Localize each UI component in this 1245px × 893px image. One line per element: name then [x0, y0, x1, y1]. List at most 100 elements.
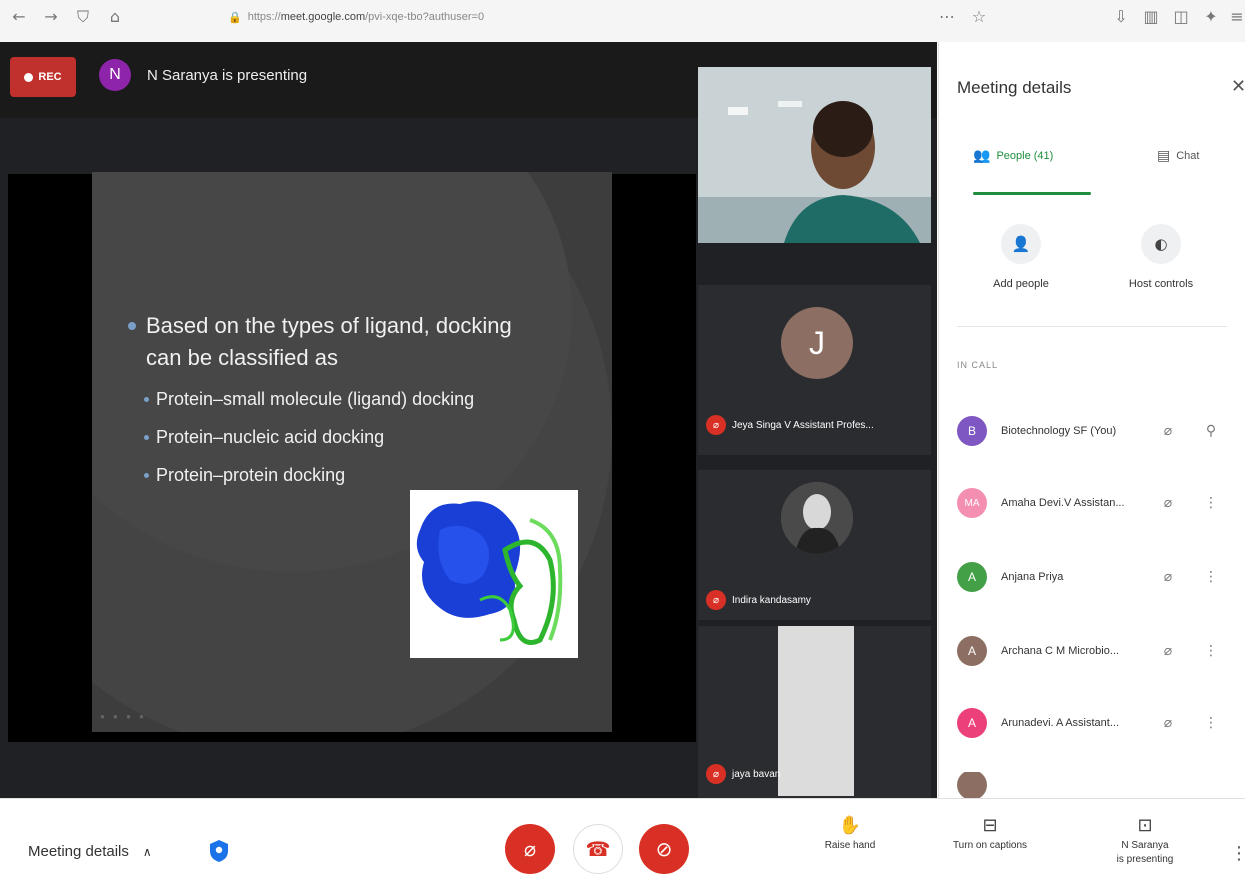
page-actions-icon[interactable]: ⋯ — [938, 8, 956, 26]
avatar: A — [957, 708, 987, 738]
more-options-icon[interactable]: ⋮ — [1201, 715, 1221, 731]
presenter-status: N Saranya is presenting — [147, 67, 308, 84]
slide-sub-point: Protein–protein docking — [128, 456, 548, 494]
security-shield-icon[interactable] — [208, 839, 230, 863]
pin-icon[interactable]: ⚲ — [1201, 423, 1221, 439]
participant-row-name: Biotechnology SF (You) — [1001, 425, 1117, 437]
participant-label: ⌀ Indira kandasamy — [706, 590, 811, 610]
tab-chat-label: Chat — [1176, 150, 1200, 162]
panel-title: Meeting details — [957, 78, 1072, 97]
avatar: MA — [957, 488, 987, 518]
participant-row-name: Anjana Priya — [1001, 571, 1064, 583]
leave-call-button[interactable]: ☎ — [573, 824, 623, 874]
muted-mic-icon: ⌀ — [1163, 569, 1173, 585]
participant-name: jaya bavan — [732, 768, 781, 780]
avatar: B — [957, 416, 987, 446]
menu-icon[interactable]: ≡ — [1228, 8, 1245, 26]
avatar: A — [957, 562, 987, 592]
rec-label: REC — [38, 71, 62, 83]
participant-row[interactable]: A Archana C M Microbio... ⌀ ⋮ — [957, 628, 1227, 674]
url-prefix: https:// — [247, 11, 281, 23]
in-call-heading: IN CALL — [957, 360, 999, 370]
tab-chat[interactable]: ▤ Chat — [1157, 148, 1199, 164]
participant-label: ⌀ jaya bavan — [706, 764, 780, 784]
tab-people[interactable]: 👥 People (41) — [973, 148, 1053, 164]
avatar — [957, 772, 987, 798]
participant-row-name: Archana C M Microbio... — [1001, 645, 1119, 657]
muted-mic-icon: ⌀ — [1163, 495, 1173, 511]
home-icon[interactable]: ⌂ — [106, 8, 124, 26]
muted-mic-icon: ⌀ — [1163, 643, 1173, 659]
active-tab-indicator — [973, 192, 1091, 195]
captions-label: Turn on captions — [952, 840, 1028, 851]
camera-off-icon: ⊘ — [655, 837, 673, 861]
star-icon[interactable]: ☆ — [970, 8, 988, 26]
host-controls-label: Host controls — [1128, 278, 1194, 290]
more-options-icon[interactable]: ⋮ — [1201, 643, 1221, 659]
add-people-button[interactable]: 👤 Add people — [971, 224, 1071, 290]
raise-hand-button[interactable]: ✋ Raise hand — [820, 815, 880, 853]
mic-off-icon: ⌀ — [523, 837, 537, 861]
library-icon[interactable]: ▥ — [1142, 8, 1160, 26]
slide-main-point: Based on the types of ligand, docking ca… — [128, 310, 548, 374]
sync-icon[interactable]: ◫ — [1172, 8, 1190, 26]
participant-tile: J ⌀ Jeya Singa V Assistant Profes... — [698, 285, 931, 455]
people-icon: 👥 — [973, 148, 991, 164]
participant-row[interactable]: A Arunadevi. A Assistant... ⌀ ⋮ — [957, 700, 1227, 746]
host-controls-button[interactable]: ◐ Host controls — [1111, 224, 1211, 290]
chevron-up-icon: ∧ — [142, 844, 152, 859]
slide-text: Based on the types of ligand, docking ca… — [128, 310, 548, 494]
divider — [957, 326, 1227, 327]
add-person-icon: 👤 — [1001, 224, 1041, 264]
camera-toggle-button[interactable]: ⊘ — [639, 824, 689, 874]
muted-mic-icon: ⌀ — [706, 415, 726, 435]
participant-row[interactable]: MA Amaha Devi.V Assistan... ⌀ ⋮ — [957, 480, 1227, 526]
meeting-details-label: Meeting details — [28, 843, 129, 860]
avatar: A — [957, 636, 987, 666]
muted-mic-icon: ⌀ — [1163, 715, 1173, 731]
presenter-avatar: N — [99, 59, 131, 91]
browser-toolbar: ← → ⛉ ⌂ 🔒 https://meet.google.com/pvi-xq… — [0, 0, 1245, 42]
participant-avatar: J — [781, 307, 853, 379]
participant-row-partial[interactable] — [957, 772, 1227, 798]
microphone-toggle-button[interactable]: ⌀ — [505, 824, 555, 874]
recording-badge: REC — [10, 57, 76, 97]
muted-mic-icon: ⌀ — [1163, 423, 1173, 439]
participant-name: Indira kandasamy — [732, 594, 811, 606]
raise-hand-label: Raise hand — [824, 840, 876, 851]
record-dot-icon — [24, 72, 34, 82]
more-options-icon[interactable]: ⋮ — [1201, 569, 1221, 585]
slide-nav-dots: ● ● ● ● — [100, 712, 147, 721]
host-controls-icon: ◐ — [1141, 224, 1181, 264]
slide-sub-point: Protein–small molecule (ligand) docking — [128, 380, 548, 418]
meet-window: ← → ⛉ ⌂ 🔒 https://meet.google.com/pvi-xq… — [0, 0, 1245, 893]
present-screen-icon: ⊡ — [1137, 815, 1153, 836]
url-host: meet.google.com — [280, 11, 366, 23]
muted-mic-icon: ⌀ — [706, 764, 726, 784]
participant-photo — [781, 482, 853, 554]
shared-slide: Based on the types of ligand, docking ca… — [92, 172, 612, 732]
hang-up-icon: ☎ — [585, 837, 611, 861]
participant-tile: ⌀ jaya bavan — [698, 626, 931, 798]
presenting-button[interactable]: ⊡ N Saranya is presenting — [1110, 815, 1180, 867]
participant-row[interactable]: B Biotechnology SF (You) ⌀ ⚲ — [957, 408, 1227, 454]
close-icon[interactable]: ✕ — [1231, 76, 1245, 97]
more-options-icon[interactable]: ⋮ — [1230, 843, 1245, 864]
protein-structure-image — [410, 490, 578, 658]
more-options-icon[interactable]: ⋮ — [1201, 495, 1221, 511]
forward-icon[interactable]: → — [42, 8, 60, 26]
participant-label: ⌀ Jeya Singa V Assistant Profes... — [706, 415, 874, 435]
hand-icon: ✋ — [838, 815, 862, 836]
shield-icon[interactable]: ⛉ — [74, 8, 92, 26]
address-bar[interactable]: 🔒 https://meet.google.com/pvi-xqe-tbo?au… — [228, 6, 648, 28]
participant-row[interactable]: A Anjana Priya ⌀ ⋮ — [957, 554, 1227, 600]
participant-row-name: Amaha Devi.V Assistan... — [1001, 497, 1125, 509]
bottom-control-bar: Meeting details ∧ ⌀ ☎ ⊘ ✋ Raise hand ⊟ T… — [0, 798, 1245, 893]
extension-icon[interactable]: ✦ — [1202, 8, 1220, 26]
participant-name: Jeya Singa V Assistant Profes... — [732, 419, 874, 431]
meeting-details-toggle[interactable]: Meeting details ∧ — [28, 843, 152, 860]
participant-tile: ⌀ Indira kandasamy — [698, 470, 931, 620]
captions-button[interactable]: ⊟ Turn on captions — [940, 817, 1040, 853]
download-icon[interactable]: ⇩ — [1112, 8, 1130, 26]
back-icon[interactable]: ← — [10, 8, 28, 26]
